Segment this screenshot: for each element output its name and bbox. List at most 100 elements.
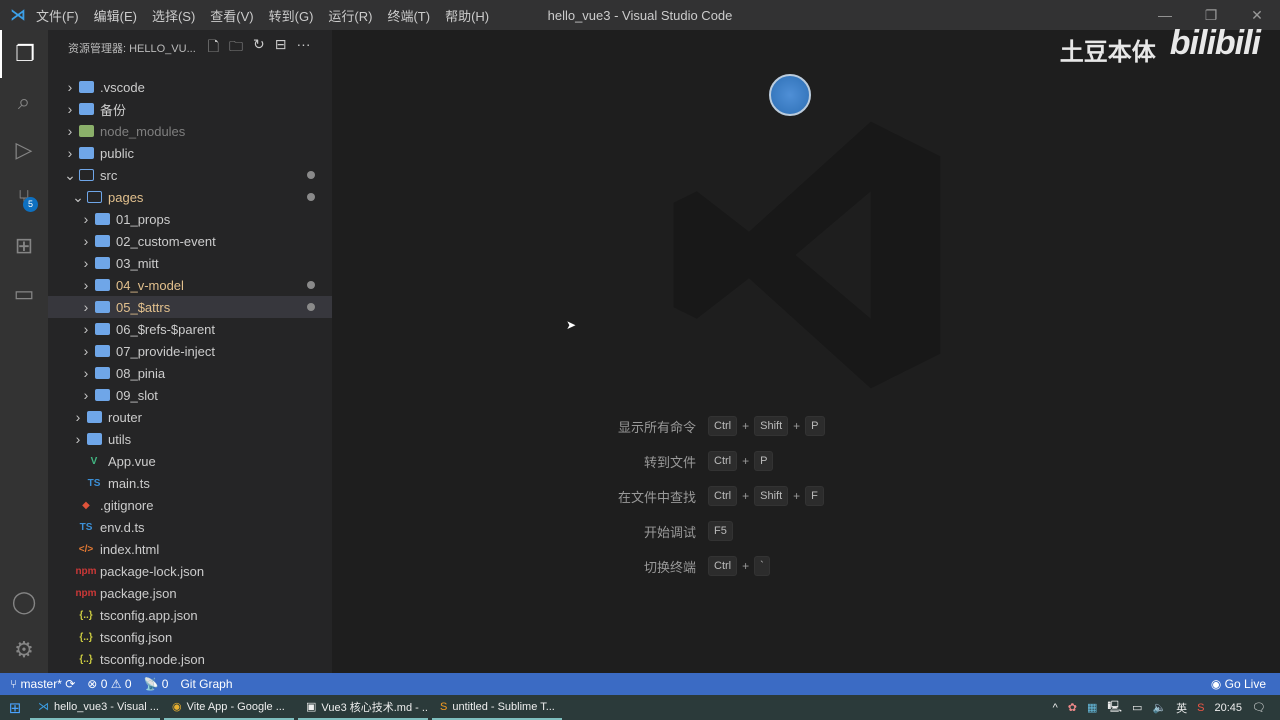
taskbar-sublime[interactable]: Suntitled - Sublime T... [432,695,562,720]
tree-file[interactable]: </> index.html [48,538,332,560]
tray-expand-icon[interactable]: ^ [1053,702,1058,714]
refresh-icon[interactable]: ↻ [253,36,265,60]
ports-status[interactable]: 📡 0 [144,677,169,691]
tree-file[interactable]: npm package-lock.json [48,560,332,582]
sync-icon[interactable]: ⟳ [65,677,75,691]
folder-icon [78,146,94,160]
notification-icon[interactable]: 🗨 [1252,701,1266,714]
taskbar-vscode[interactable]: ⋊ hello_vue3 - Visual ... [30,695,160,720]
tree-item-label: tsconfig.json [100,629,173,645]
tree-folder[interactable]: › 04_v-model [48,274,332,296]
taskbar-label: Vite App - Google ... [186,700,285,713]
folder-icon [94,234,110,248]
shortcut-row: 切换终端 Ctrl + ` [576,556,772,576]
tree-item-label: 05_$attrs [116,299,171,315]
tree-item-label: 备份 [100,102,127,118]
menu-item[interactable]: 查看(V) [210,9,253,24]
clock[interactable]: 20:45 [1215,702,1243,714]
tree-folder[interactable]: › public [48,142,332,164]
tree-folder[interactable]: › 08_pinia [48,362,332,384]
tree-file[interactable]: {..} tsconfig.node.json [48,648,332,670]
shortcut-label: 显示所有命令 [617,419,696,435]
ime-indicator[interactable]: 英 [1176,700,1187,716]
network-icon[interactable]: 🖳 [1107,698,1122,717]
shortcut-row: 开始调试 F5 [576,521,735,541]
tree-file[interactable]: {..} tsconfig.json [48,626,332,648]
tray-app-icon[interactable]: ✿ [1068,701,1077,714]
tree-file[interactable]: ◆ .gitignore [48,494,332,516]
folder-icon [94,344,110,358]
vscode-logo-icon: ⋊ [10,7,26,24]
menu-item[interactable]: 转到(G) [269,9,314,24]
collapse-all-icon[interactable]: ⊟ [275,36,287,60]
menu-item[interactable]: 终端(T) [387,9,430,24]
account-icon[interactable]: ◯ [0,578,48,626]
tree-folder[interactable]: › 09_slot [48,384,332,406]
search-icon[interactable]: ⌕ [0,78,48,126]
battery-icon[interactable]: ▭ [1132,701,1142,714]
floating-bubble[interactable] [769,74,811,116]
vscode-icon: ⋊ [38,701,49,713]
menu-item[interactable]: 文件(F) [36,9,79,24]
chevron-right-icon: › [83,365,89,381]
chevron-right-icon: › [67,79,73,95]
keycap: Ctrl [708,556,738,576]
explorer-icon[interactable]: ❐ [0,30,48,78]
start-icon[interactable]: ⊞ [0,699,30,717]
tree-folder[interactable]: › 05_$attrs [48,296,332,318]
typora-icon: ▣ [306,701,317,713]
chevron-down-icon: ⌄ [72,188,84,205]
html-file-icon: </> [78,543,94,555]
sublime-icon: S [440,700,448,713]
vscode-watermark-icon [673,121,941,389]
menu-item[interactable]: 选择(S) [152,9,195,24]
volume-icon[interactable]: 🔈 [1152,701,1166,714]
more-actions-icon[interactable]: ··· [297,36,311,60]
tree-item-label: main.ts [108,475,150,491]
tree-folder[interactable]: ⌄ pages [48,186,332,208]
new-folder-icon[interactable]: 🗀 [229,36,243,60]
tree-file[interactable]: TS env.d.ts [48,516,332,538]
settings-gear-icon[interactable]: ⚙ [0,626,48,674]
tree-folder[interactable]: › utils [48,428,332,450]
plus-separator: + [742,559,750,573]
remote-explorer-icon[interactable]: ▭ [0,270,48,318]
chevron-right-icon: › [67,101,73,117]
tree-folder[interactable]: › .vscode [48,76,332,98]
menu-item[interactable]: 运行(R) [328,9,372,24]
tray-app2-icon[interactable]: ▦ [1087,701,1097,714]
branch-status[interactable]: ⑂ master* ⟳ [10,677,75,691]
port-count: 0 [161,677,169,691]
extensions-icon[interactable]: ⊞ [0,222,48,270]
new-file-icon[interactable]: 🗋 [208,36,219,60]
tree-file[interactable]: V App.vue [48,450,332,472]
tree-folder[interactable]: › 02_custom-event [48,230,332,252]
tree-folder[interactable]: › 01_props [48,208,332,230]
menu-item[interactable]: 帮助(H) [445,9,489,24]
tree-file[interactable]: {..} tsconfig.app.json [48,604,332,626]
plus-separator: + [742,454,750,468]
tree-folder[interactable]: ⌄ src [48,164,332,186]
tree-folder[interactable]: › 备份 [48,98,332,120]
taskbar-label: hello_vue3 - Visual ... [54,700,159,713]
problems-status[interactable]: ⊗ 0 ⚠ 0 [87,677,131,691]
tree-folder[interactable]: › router [48,406,332,428]
sogou-icon[interactable]: S [1197,702,1204,714]
tree-folder[interactable]: › 06_$refs-$parent [48,318,332,340]
modified-dot-icon [307,303,315,311]
folder-icon [94,212,110,226]
menu-item[interactable]: 编辑(E) [94,9,137,24]
taskbar-chrome[interactable]: ◉ Vite App - Google ... [164,695,294,720]
git-graph-button[interactable]: Git Graph [180,677,232,691]
tree-folder[interactable]: › 07_provide-inject [48,340,332,362]
go-live-button[interactable]: ◉ Go Live [1211,677,1266,691]
run-debug-icon[interactable]: ▷ [0,126,48,174]
source-control-icon[interactable]: ⑂ 5 [0,174,48,222]
taskbar-typora[interactable]: ▣ Vue3 核心技术.md - ... [298,695,428,720]
shortcut-label: 开始调试 [643,524,696,540]
tree-file[interactable]: npm package.json [48,582,332,604]
tree-folder[interactable]: › 03_mitt [48,252,332,274]
tree-folder[interactable]: › node_modules [48,120,332,142]
tree-file[interactable]: TS main.ts [48,472,332,494]
vue-file-icon: V [90,455,98,467]
